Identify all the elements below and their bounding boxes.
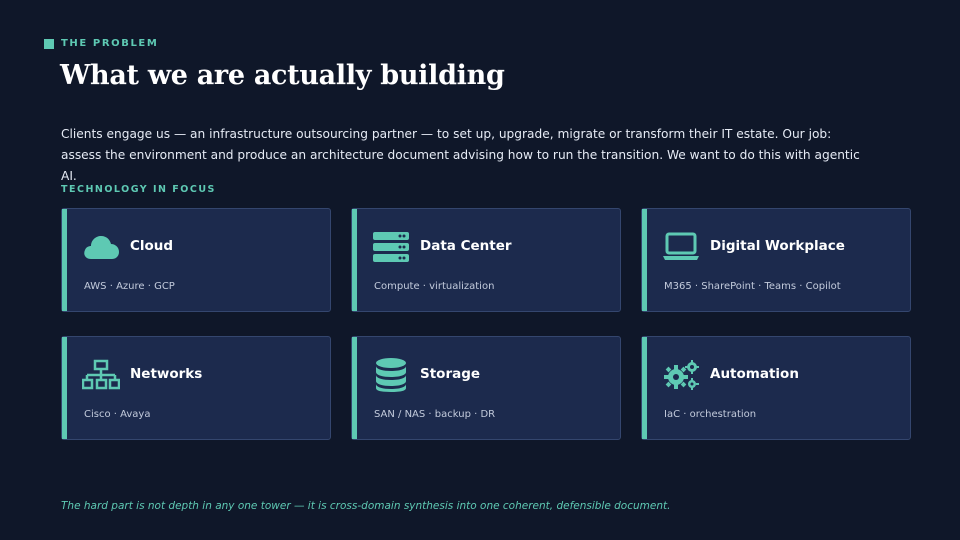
card-accent — [352, 337, 357, 439]
card-accent — [62, 337, 67, 439]
card-cloud: Cloud AWS · Azure · GCP — [61, 208, 331, 312]
network-icon — [82, 359, 120, 391]
footer-note: The hard part is not depth in any one to… — [61, 500, 671, 512]
server-icon — [372, 231, 410, 263]
intro-paragraph: Clients engage us — an infrastructure ou… — [61, 127, 860, 183]
card-title: Data Center — [420, 238, 512, 254]
card-title: Digital Workplace — [710, 238, 845, 254]
card-data-center: Data Center Compute · virtualization — [351, 208, 621, 312]
card-accent — [642, 209, 647, 311]
card-title: Networks — [130, 366, 203, 382]
card-subtitle: SAN / NAS · backup · DR — [374, 409, 496, 420]
eyebrow: THE PROBLEM — [44, 38, 158, 49]
card-subtitle: M365 · SharePoint · Teams · Copilot — [664, 281, 841, 292]
card-storage: Storage SAN / NAS · backup · DR — [351, 336, 621, 440]
card-subtitle: AWS · Azure · GCP — [84, 281, 175, 292]
card-accent — [62, 209, 67, 311]
cloud-icon — [82, 231, 120, 263]
card-automation: Automation IaC · orchestration — [641, 336, 911, 440]
card-accent — [642, 337, 647, 439]
section-label: TECHNOLOGY IN FOCUS — [61, 184, 216, 195]
laptop-icon — [662, 231, 700, 263]
eyebrow-label: THE PROBLEM — [61, 38, 159, 49]
database-icon — [372, 358, 410, 392]
card-networks: Networks Cisco · Avaya — [61, 336, 331, 440]
card-subtitle: IaC · orchestration — [664, 409, 757, 420]
card-title: Automation — [710, 366, 799, 382]
card-title: Storage — [420, 366, 481, 382]
page-title: What we are actually building — [60, 60, 505, 91]
card-title: Cloud — [130, 238, 174, 254]
gears-icon — [662, 359, 700, 391]
card-subtitle: Compute · virtualization — [374, 281, 495, 292]
card-accent — [352, 209, 357, 311]
card-subtitle: Cisco · Avaya — [84, 409, 151, 420]
card-digital-workplace: Digital Workplace M365 · SharePoint · Te… — [641, 208, 911, 312]
eyebrow-marker — [44, 38, 54, 49]
